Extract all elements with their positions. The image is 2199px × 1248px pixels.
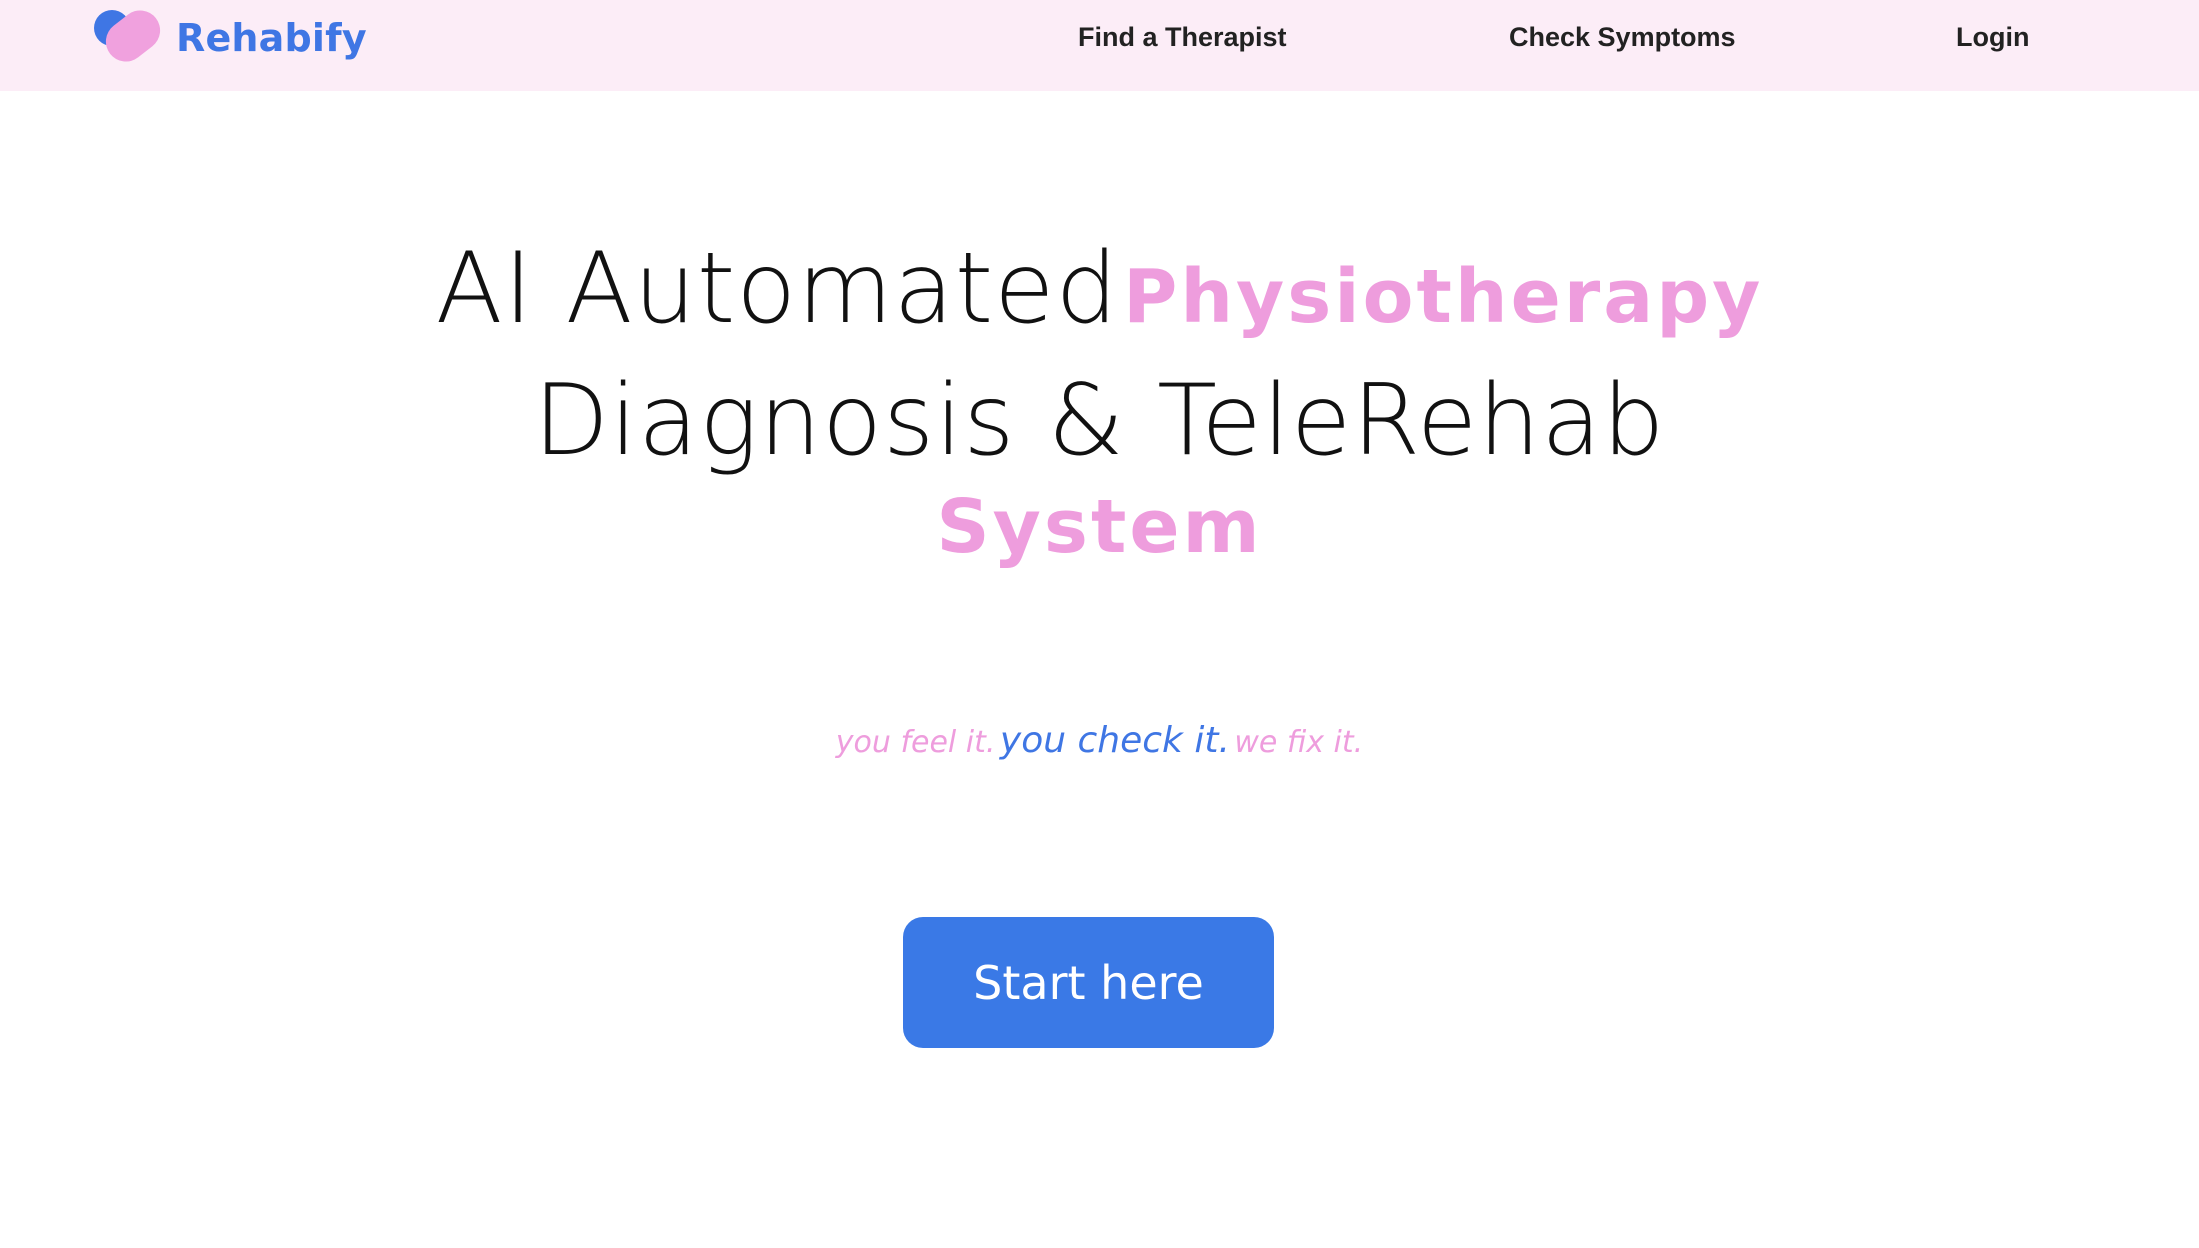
brand-name: Rehabify	[176, 16, 367, 60]
headline-diagnosis-telerehab: Diagnosis & TeleRehab	[533, 364, 1666, 478]
headline-physiotherapy: Physiotherapy	[1123, 254, 1764, 340]
headline-ai-automated: AI Automated	[435, 232, 1119, 346]
headline-line-3: System	[0, 490, 2199, 600]
nav-check-symptoms[interactable]: Check Symptoms	[1509, 22, 1736, 53]
nav-login[interactable]: Login	[1956, 22, 2029, 53]
headline-system: System	[936, 484, 1263, 570]
tagline-you-check-it: you check it.	[999, 720, 1230, 761]
start-here-button[interactable]: Start here	[903, 917, 1274, 1048]
headline-line-2: Diagnosis & TeleRehab	[0, 372, 2199, 490]
tagline-you-feel-it: you feel it.	[835, 725, 996, 760]
hero-headline: AI Automated Physiotherapy Diagnosis & T…	[0, 240, 2199, 600]
brand-home-link[interactable]: Rehabify	[94, 2, 367, 70]
tagline: you feel it. you check it. we fix it.	[0, 720, 2199, 761]
tagline-we-fix-it: we fix it.	[1234, 725, 1364, 760]
heart-pill-logo-icon	[94, 2, 169, 70]
headline-line-1: AI Automated Physiotherapy	[0, 240, 2199, 372]
nav-find-therapist[interactable]: Find a Therapist	[1078, 22, 1287, 53]
top-navbar: Rehabify Find a Therapist Check Symptoms…	[0, 0, 2199, 91]
